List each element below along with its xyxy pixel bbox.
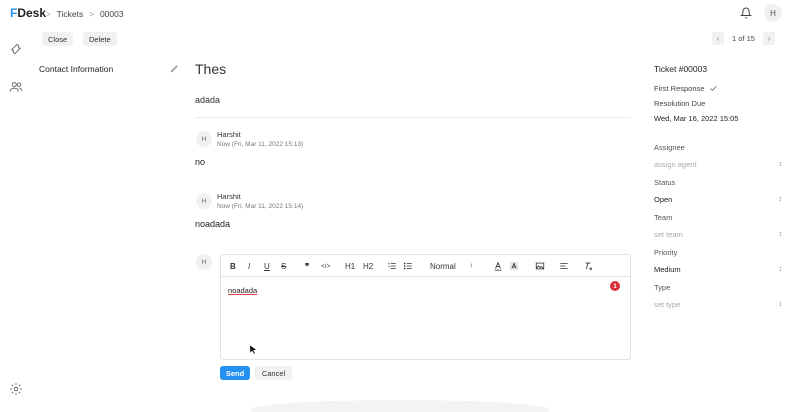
pager-text: 1 of 15 bbox=[732, 34, 755, 43]
strike-button[interactable]: S bbox=[281, 260, 286, 272]
chevron-updown-icon: ↕ bbox=[778, 230, 783, 238]
chevron-left-icon[interactable]: ‹ bbox=[712, 32, 724, 45]
heading2-button[interactable]: H2 bbox=[363, 260, 373, 272]
message-body: no bbox=[195, 157, 206, 167]
avatar: H bbox=[196, 254, 212, 270]
settings-icon[interactable] bbox=[9, 382, 23, 396]
user-avatar[interactable]: H bbox=[764, 4, 782, 22]
contacts-icon[interactable] bbox=[9, 80, 23, 94]
priority-select[interactable]: Medium ↕ bbox=[654, 262, 782, 276]
chevron-updown-icon: ↕ bbox=[469, 263, 473, 269]
delete-button[interactable]: Delete bbox=[83, 32, 117, 46]
chevron-updown-icon: ↕ bbox=[778, 160, 783, 168]
spellcheck-error-badge[interactable]: 1 bbox=[610, 281, 620, 291]
clear-format-icon[interactable] bbox=[583, 260, 593, 272]
code-icon[interactable]: </> bbox=[321, 260, 330, 272]
first-response-label: First Response bbox=[654, 84, 705, 93]
text-style-select[interactable]: Normal ↕ bbox=[430, 260, 473, 272]
team-label: Team bbox=[654, 213, 673, 222]
cancel-button[interactable]: Cancel bbox=[255, 366, 292, 380]
type-label: Type bbox=[654, 283, 671, 292]
ticket-description: adada bbox=[195, 95, 221, 105]
status-value: Open bbox=[654, 194, 673, 204]
resolution-due-value: Wed, Mar 16, 2022 15:05 bbox=[654, 114, 739, 123]
type-placeholder: set type bbox=[654, 299, 681, 309]
bell-icon[interactable] bbox=[740, 7, 752, 19]
check-icon bbox=[710, 85, 718, 91]
priority-value: Medium bbox=[654, 264, 681, 274]
ticket-icon[interactable] bbox=[9, 42, 23, 56]
team-placeholder: set team bbox=[654, 229, 683, 239]
reply-editor[interactable]: B I U S ❞ </> H1 H2 Normal ↕ noadada 1 bbox=[220, 254, 631, 360]
breadcrumb-ticket-id[interactable]: 00003 bbox=[100, 9, 124, 19]
font-color-icon[interactable] bbox=[493, 260, 503, 272]
ticket-subject: Thes bbox=[195, 61, 227, 77]
assignee-label: Assignee bbox=[654, 143, 685, 152]
message-time: Now (Fri, Mar 11, 2022 15:14) bbox=[217, 203, 304, 210]
ticket-id-title: Ticket #00003 bbox=[654, 64, 708, 74]
divider bbox=[195, 117, 631, 118]
underline-button[interactable]: U bbox=[264, 260, 270, 272]
breadcrumb: > Tickets > 00003 bbox=[46, 9, 124, 19]
status-select[interactable]: Open ↕ bbox=[654, 192, 782, 206]
heading1-button[interactable]: H1 bbox=[345, 260, 355, 272]
image-icon[interactable] bbox=[535, 260, 545, 272]
bottom-shadow bbox=[250, 400, 550, 412]
type-select[interactable]: set type ↕ bbox=[654, 297, 782, 311]
avatar: H bbox=[196, 131, 212, 147]
priority-label: Priority bbox=[654, 248, 678, 257]
italic-button[interactable]: I bbox=[248, 260, 250, 272]
logo-text: Desk bbox=[17, 6, 47, 20]
edit-icon[interactable] bbox=[170, 64, 179, 73]
quote-icon[interactable]: ❞ bbox=[305, 260, 309, 272]
logo-letter: F bbox=[10, 6, 18, 20]
align-icon[interactable] bbox=[559, 260, 569, 272]
chevron-updown-icon: ↕ bbox=[778, 265, 783, 273]
message-author: Harshit bbox=[217, 192, 241, 201]
message-author: Harshit bbox=[217, 130, 241, 139]
avatar: H bbox=[196, 193, 212, 209]
breadcrumb-tickets[interactable]: Tickets bbox=[57, 9, 84, 19]
highlight-icon[interactable] bbox=[509, 260, 519, 272]
send-button[interactable]: Send bbox=[220, 366, 250, 380]
text-style-value: Normal bbox=[430, 261, 456, 271]
status-label: Status bbox=[654, 178, 676, 187]
contact-info-title: Contact Information bbox=[39, 64, 114, 74]
bold-button[interactable]: B bbox=[230, 260, 236, 272]
ordered-list-icon[interactable] bbox=[387, 260, 397, 272]
chevron-right-icon: > bbox=[89, 9, 94, 19]
chevron-updown-icon: ↕ bbox=[778, 195, 783, 203]
editor-toolbar: B I U S ❞ </> H1 H2 Normal ↕ bbox=[221, 255, 630, 277]
top-bar: F Desk > Tickets > 00003 H bbox=[0, 0, 800, 28]
mouse-cursor-icon bbox=[249, 344, 257, 355]
editor-content[interactable]: noadada bbox=[228, 286, 257, 295]
message-body: noadada bbox=[195, 219, 231, 229]
chevron-updown-icon: ↕ bbox=[778, 300, 783, 308]
pager: ‹ 1 of 15 › bbox=[712, 32, 775, 45]
close-button[interactable]: Close bbox=[42, 32, 74, 46]
assignee-placeholder: assign agent bbox=[654, 159, 697, 169]
resolution-due-label: Resolution Due bbox=[654, 99, 706, 108]
app-logo[interactable]: F Desk bbox=[10, 6, 46, 20]
team-select[interactable]: set team ↕ bbox=[654, 227, 782, 241]
first-response-row: First Response bbox=[654, 84, 718, 93]
chevron-right-icon: > bbox=[46, 9, 51, 19]
assignee-select[interactable]: assign agent ↕ bbox=[654, 157, 782, 171]
message-time: Now (Fri, Mar 11, 2022 15:13) bbox=[217, 141, 304, 148]
bullet-list-icon[interactable] bbox=[403, 260, 413, 272]
chevron-right-icon[interactable]: › bbox=[762, 32, 775, 45]
